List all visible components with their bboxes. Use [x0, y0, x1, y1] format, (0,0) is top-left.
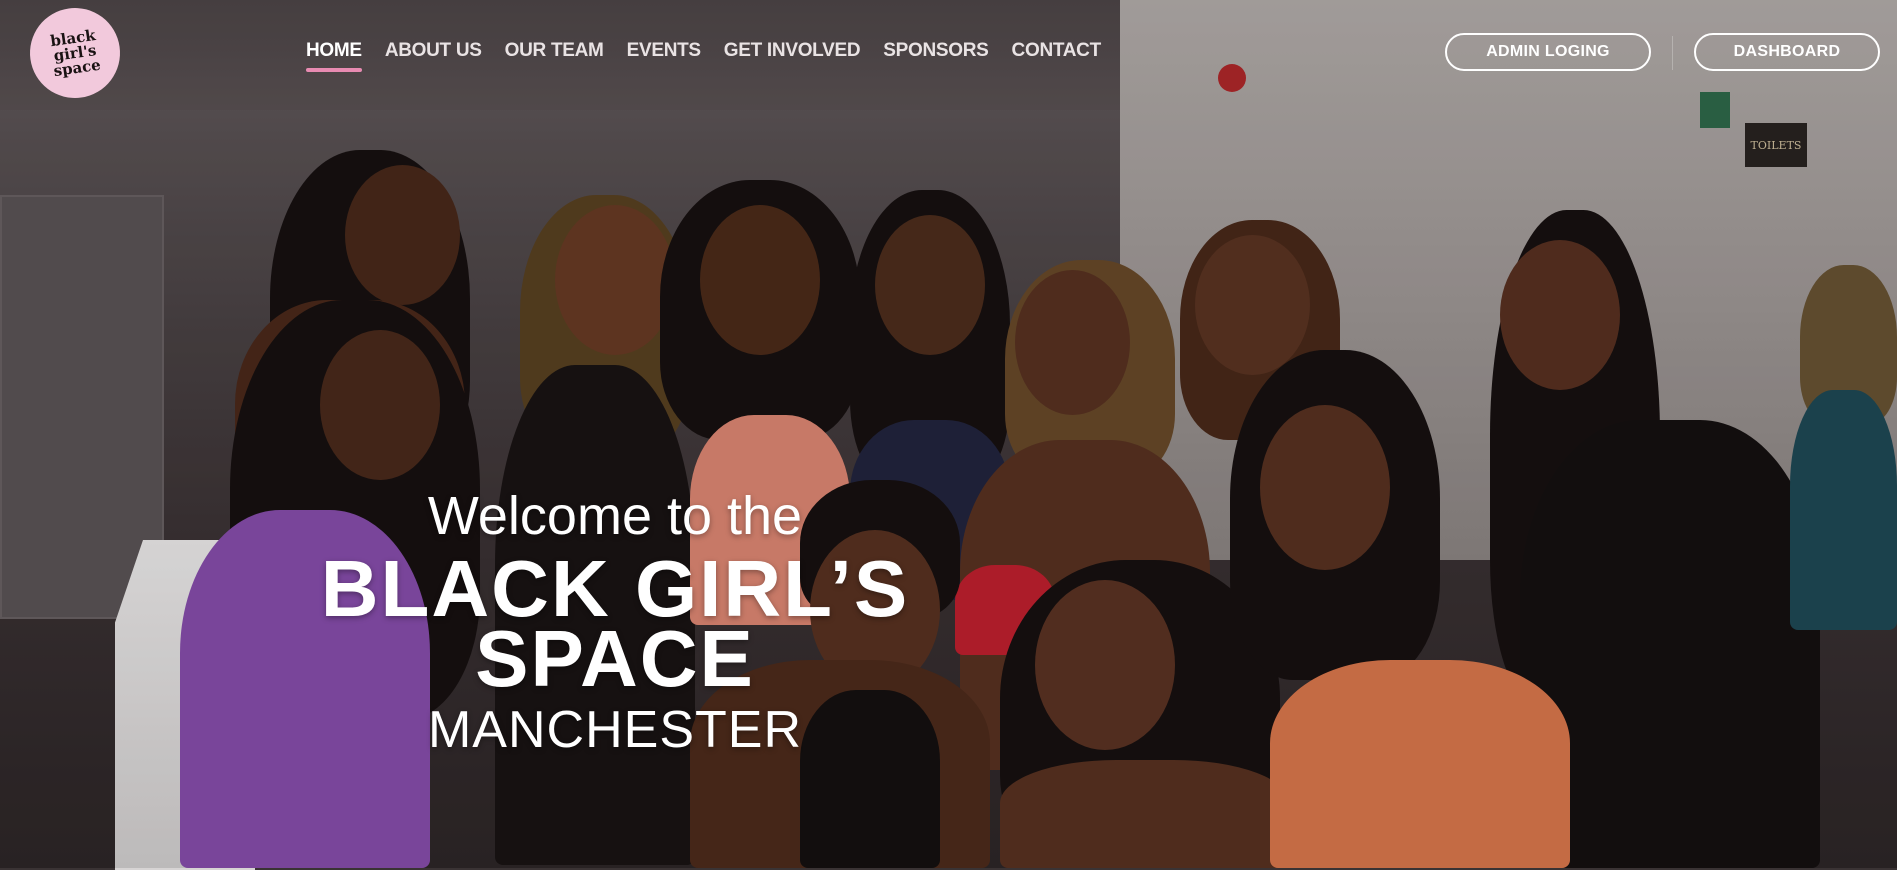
- header-divider: [1672, 36, 1673, 70]
- nav-home[interactable]: HOME: [306, 40, 362, 72]
- admin-login-button[interactable]: ADMIN LOGING: [1445, 33, 1651, 71]
- hero-overlay: [0, 0, 1897, 868]
- dashboard-button[interactable]: DASHBOARD: [1694, 33, 1880, 71]
- logo-text: black girl's space: [49, 25, 102, 80]
- nav-events[interactable]: EVENTS: [627, 40, 702, 72]
- nav-our-team[interactable]: OUR TEAM: [505, 40, 604, 72]
- hero-heading: Welcome to the BLACK GIRL’S SPACE MANCHE…: [300, 488, 930, 758]
- nav-about-us[interactable]: ABOUT US: [385, 40, 482, 72]
- nav-get-involved[interactable]: GET INVOLVED: [724, 40, 861, 72]
- hero-city: MANCHESTER: [427, 701, 803, 759]
- nav-contact[interactable]: CONTACT: [1012, 40, 1102, 72]
- main-nav: HOME ABOUT US OUR TEAM EVENTS GET INVOLV…: [306, 40, 1124, 72]
- hero-brand-line2: SPACE: [475, 614, 755, 703]
- hero-welcome: Welcome to the: [427, 486, 803, 546]
- nav-sponsors[interactable]: SPONSORS: [883, 40, 989, 72]
